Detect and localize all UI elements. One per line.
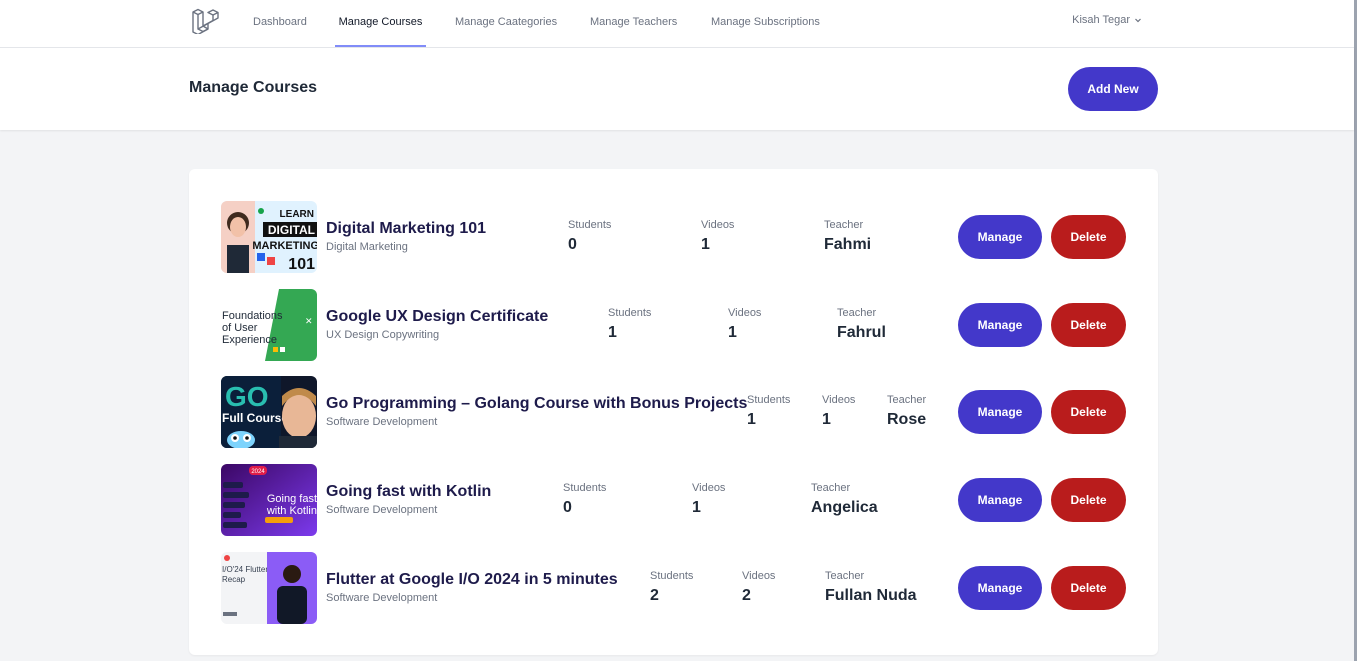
course-title[interactable]: Go Programming – Golang Course with Bonu… bbox=[326, 395, 747, 413]
thumb-text: 2024 bbox=[251, 469, 265, 475]
videos-label: Videos bbox=[692, 482, 726, 494]
course-row: 2024 Going fast with Kotlin Going fast w… bbox=[221, 464, 1126, 536]
thumb-text: 101 bbox=[288, 256, 315, 273]
course-title[interactable]: Flutter at Google I/O 2024 in 5 minutes bbox=[326, 571, 618, 589]
thumb-text: Experience bbox=[222, 334, 277, 346]
page-title: Manage Courses bbox=[189, 79, 318, 96]
course-category: Software Development bbox=[326, 504, 438, 516]
course-row: I/O'24 Flutter Recap Flutter at Google I… bbox=[221, 552, 1126, 624]
thumb-text: Going fast bbox=[267, 493, 317, 505]
nav-manage-categories[interactable]: Manage Caategories bbox=[455, 0, 557, 47]
teacher-name: Fahrul bbox=[837, 324, 886, 341]
delete-button[interactable]: Delete bbox=[1051, 303, 1126, 347]
chevron-down-icon bbox=[1135, 18, 1141, 23]
videos-label: Videos bbox=[728, 307, 762, 319]
videos-count: 1 bbox=[692, 499, 701, 516]
students-count: 1 bbox=[747, 411, 756, 428]
delete-button[interactable]: Delete bbox=[1051, 566, 1126, 610]
thumb-text: of User bbox=[222, 322, 258, 334]
nav-manage-subscriptions[interactable]: Manage Subscriptions bbox=[711, 0, 820, 47]
courses-card: LEARN DIGITAL MARKETING 101 Digital Mark… bbox=[189, 169, 1158, 655]
thumb-text: DIGITAL bbox=[268, 223, 315, 237]
course-category: Digital Marketing bbox=[326, 241, 408, 253]
videos-label: Videos bbox=[742, 570, 776, 582]
course-category: Software Development bbox=[326, 416, 438, 428]
students-label: Students bbox=[568, 219, 612, 231]
course-title[interactable]: Going fast with Kotlin bbox=[326, 483, 491, 501]
manage-button[interactable]: Manage bbox=[958, 215, 1042, 259]
students-count: 0 bbox=[563, 499, 572, 516]
course-thumbnail: I/O'24 Flutter Recap bbox=[221, 552, 317, 624]
students-label: Students bbox=[563, 482, 607, 494]
course-category: Software Development bbox=[326, 592, 438, 604]
thumb-text: I/O'24 Flutter bbox=[222, 565, 268, 574]
delete-button[interactable]: Delete bbox=[1051, 478, 1126, 522]
thumb-text: LEARN bbox=[280, 209, 314, 220]
teacher-name: Fahmi bbox=[824, 236, 872, 253]
course-title[interactable]: Google UX Design Certificate bbox=[326, 308, 548, 326]
teacher-name: Fullan Nuda bbox=[825, 587, 917, 604]
thumb-text: Full Course bbox=[222, 411, 288, 425]
course-thumbnail: LEARN DIGITAL MARKETING 101 bbox=[221, 201, 317, 273]
teacher-label: Teacher bbox=[811, 482, 851, 494]
course-thumbnail: GO Full Course bbox=[221, 376, 317, 448]
course-thumbnail: 2024 Going fast with Kotlin bbox=[221, 464, 317, 536]
thumb-text: Foundations bbox=[222, 310, 283, 322]
teacher-label: Teacher bbox=[824, 219, 864, 231]
course-thumbnail: Foundations of User Experience ✕ bbox=[221, 289, 317, 361]
videos-count: 1 bbox=[822, 411, 831, 428]
manage-button[interactable]: Manage bbox=[958, 303, 1042, 347]
user-name: Kisah Tegar bbox=[1072, 14, 1130, 26]
course-row: LEARN DIGITAL MARKETING 101 Digital Mark… bbox=[221, 201, 1126, 273]
videos-label: Videos bbox=[701, 219, 735, 231]
teacher-name: Rose bbox=[887, 411, 927, 428]
students-count: 0 bbox=[568, 236, 577, 253]
manage-button[interactable]: Manage bbox=[958, 566, 1042, 610]
course-row: Foundations of User Experience ✕ Google … bbox=[221, 289, 1126, 361]
thumb-text: with Kotlin bbox=[266, 505, 317, 517]
teacher-label: Teacher bbox=[887, 394, 927, 406]
delete-button[interactable]: Delete bbox=[1051, 215, 1126, 259]
add-new-button[interactable]: Add New bbox=[1068, 67, 1158, 111]
students-count: 1 bbox=[608, 324, 617, 341]
thumb-text: Recap bbox=[222, 575, 246, 584]
course-title[interactable]: Digital Marketing 101 bbox=[326, 220, 486, 238]
manage-button[interactable]: Manage bbox=[958, 478, 1042, 522]
teacher-label: Teacher bbox=[825, 570, 865, 582]
svg-text:✕: ✕ bbox=[305, 317, 313, 327]
videos-count: 2 bbox=[742, 587, 751, 604]
top-navigation: Dashboard Manage Courses Manage Caategor… bbox=[0, 0, 1354, 48]
students-label: Students bbox=[650, 570, 694, 582]
manage-button[interactable]: Manage bbox=[958, 390, 1042, 434]
course-row: GO Full Course Go Programming – Golang C… bbox=[221, 376, 1126, 448]
thumb-text: GO bbox=[225, 381, 269, 412]
teacher-name: Angelica bbox=[811, 499, 878, 516]
videos-count: 1 bbox=[701, 236, 710, 253]
thumb-text: MARKETING bbox=[252, 240, 317, 252]
teacher-label: Teacher bbox=[837, 307, 877, 319]
delete-button[interactable]: Delete bbox=[1051, 390, 1126, 434]
course-category: UX Design Copywriting bbox=[326, 329, 440, 341]
nav-manage-teachers[interactable]: Manage Teachers bbox=[590, 0, 677, 47]
videos-label: Videos bbox=[822, 394, 856, 406]
nav-dashboard[interactable]: Dashboard bbox=[253, 0, 307, 47]
laravel-logo-icon[interactable] bbox=[191, 8, 219, 34]
students-label: Students bbox=[608, 307, 652, 319]
page-header: Manage Courses Add New bbox=[0, 48, 1354, 130]
user-menu[interactable]: Kisah Tegar bbox=[1072, 14, 1142, 26]
students-count: 2 bbox=[650, 587, 659, 604]
videos-count: 1 bbox=[728, 324, 737, 341]
students-label: Students bbox=[747, 394, 791, 406]
nav-manage-courses[interactable]: Manage Courses bbox=[335, 0, 426, 47]
